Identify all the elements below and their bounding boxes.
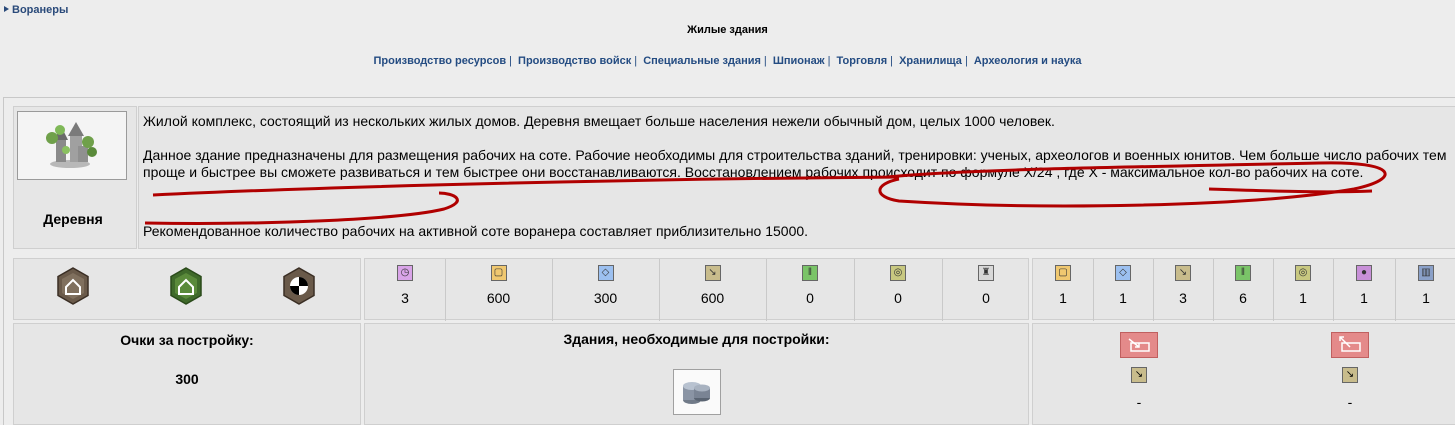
production-item: ▥ 1 <box>1395 259 1455 321</box>
required-building-button[interactable] <box>673 369 721 415</box>
soldier-icon: ♜ <box>978 265 994 281</box>
description-paragraph: Жилой комплекс, состоящий из нескольких … <box>143 113 1055 129</box>
book-icon: ▥ <box>1418 265 1434 281</box>
green-house-hex-icon <box>170 267 202 305</box>
tools-icon: ↘ <box>1175 265 1191 281</box>
food-icon: ◎ <box>1295 265 1311 281</box>
time-icon: ◷ <box>397 265 413 281</box>
nav-archaeology[interactable]: Археология и наука <box>974 55 1082 67</box>
gold-icon: ▢ <box>1055 265 1071 281</box>
description-paragraph: Рекомендованное количество рабочих на ак… <box>143 223 809 239</box>
actions-panel: ↘ - ↘ - <box>1032 323 1455 425</box>
breadcrumb-arrow-icon <box>4 6 9 12</box>
crystal-icon: ◇ <box>597 265 614 281</box>
production-item: ‖ 6 <box>1213 259 1274 321</box>
downgrade-button[interactable] <box>1120 332 1158 358</box>
house-hex-icon <box>57 267 89 305</box>
production-panel: ▢ 1 ◇ 1 ↘ 3 ‖ 6 ◎ 1 ● 1 ▥ 1 <box>1032 258 1455 321</box>
building-card: Деревня Жилой комплекс, состоящий из нес… <box>3 97 1455 425</box>
workers-icon: ‖ <box>802 265 818 281</box>
nav-troops[interactable]: Производство войск <box>518 55 631 67</box>
nav-special[interactable]: Специальные здания <box>643 55 761 67</box>
breadcrumb[interactable]: Воранеры <box>4 4 68 16</box>
breadcrumb-label[interactable]: Воранеры <box>12 4 68 16</box>
points-value: 300 <box>175 371 199 387</box>
production-item: ↘ 3 <box>1153 259 1214 321</box>
tools-icon: ↘ <box>1131 367 1147 383</box>
required-buildings-label: Здания, необходимые для постройки: <box>563 331 830 347</box>
cost-item: ◎ 0 <box>854 259 943 321</box>
tools-icon: ↘ <box>1342 367 1358 383</box>
downgrade-icon <box>1128 338 1150 352</box>
cost-item: ◇ 300 <box>552 259 660 321</box>
cost-item: ♜ 0 <box>942 259 1030 321</box>
description-paragraph: Данное здание предназначены для размещен… <box>143 147 1447 180</box>
production-item: ◎ 1 <box>1273 259 1334 321</box>
upgrade-value: - <box>1347 394 1353 410</box>
downgrade-value: - <box>1136 394 1142 410</box>
production-item: ▢ 1 <box>1033 259 1094 321</box>
crystal-icon: ◇ <box>1115 265 1131 281</box>
cost-item: ▢ 600 <box>445 259 553 321</box>
production-item: ● 1 <box>1333 259 1396 321</box>
description-panel: Жилой комплекс, состоящий из нескольких … <box>138 106 1455 249</box>
production-item: ◇ 1 <box>1093 259 1154 321</box>
gold-icon: ▢ <box>490 265 507 281</box>
cost-item: ↘ 600 <box>659 259 767 321</box>
cost-item: ◷ 3 <box>365 259 446 321</box>
required-buildings-panel: Здания, необходимые для постройки: <box>364 323 1029 425</box>
pearl-icon: ● <box>1356 265 1372 281</box>
category-nav: Производство ресурсов | Производство войс… <box>373 55 1082 67</box>
cost-item: ‖ 0 <box>766 259 855 321</box>
workers-icon: ‖ <box>1235 265 1251 281</box>
building-image[interactable] <box>17 111 127 180</box>
nav-trade[interactable]: Торговля <box>836 55 887 67</box>
coins-building-icon <box>683 382 710 404</box>
upgrade-button[interactable] <box>1331 332 1369 358</box>
building-name: Деревня <box>43 211 103 227</box>
page-title: Жилые здания <box>687 24 768 36</box>
food-icon: ◎ <box>890 265 906 281</box>
cost-panel: ◷ 3 ▢ 600 ◇ 300 ↘ 600 ‖ 0 ◎ 0 ♜ 0 <box>364 258 1030 321</box>
terrain-panel <box>13 258 361 320</box>
checkered-hex-icon <box>283 267 315 305</box>
upgrade-icon <box>1339 336 1361 352</box>
nav-espionage[interactable]: Шпионаж <box>773 55 825 67</box>
building-image-panel: Деревня <box>13 106 137 249</box>
village-building-icon <box>46 122 97 168</box>
points-panel: Очки за постройку: 300 <box>13 323 361 425</box>
points-label: Очки за постройку: <box>120 332 254 348</box>
nav-storage[interactable]: Хранилища <box>899 55 962 67</box>
tools-icon: ↘ <box>704 265 721 281</box>
nav-resources[interactable]: Производство ресурсов <box>374 55 507 67</box>
